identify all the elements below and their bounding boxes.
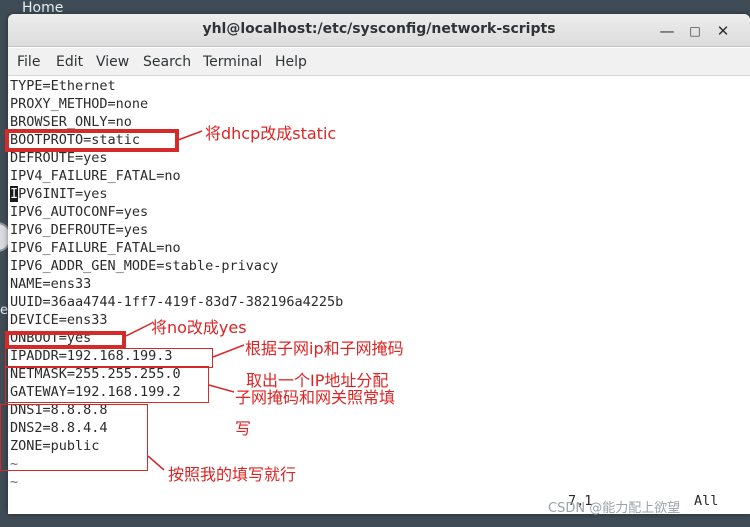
gateway-connector <box>208 384 235 393</box>
gateway-note: 子网掩码和网关照常填 <box>235 388 396 407</box>
onboot-note: 将no改成yes <box>151 318 247 337</box>
dns-connector <box>147 455 165 471</box>
watermark: CSDN @能力配上欲望 <box>548 501 681 516</box>
ip-note: 根据子网ip和子网掩码 <box>245 339 404 358</box>
onboot-connector <box>125 322 153 337</box>
ipaddr-highlight-box <box>5 348 213 368</box>
dns-note: 按照我的填写就行 <box>168 465 297 484</box>
ipaddr-connector <box>212 344 245 358</box>
netmask-gateway-highlight-box <box>5 366 209 403</box>
bootproto-connector <box>177 130 203 141</box>
bootproto-note: 将dhcp改成static <box>205 124 337 143</box>
gateway-note-continued: 写 <box>235 419 252 438</box>
onboot-highlight-box <box>5 331 126 349</box>
dns-zone-highlight-box <box>0 404 148 471</box>
